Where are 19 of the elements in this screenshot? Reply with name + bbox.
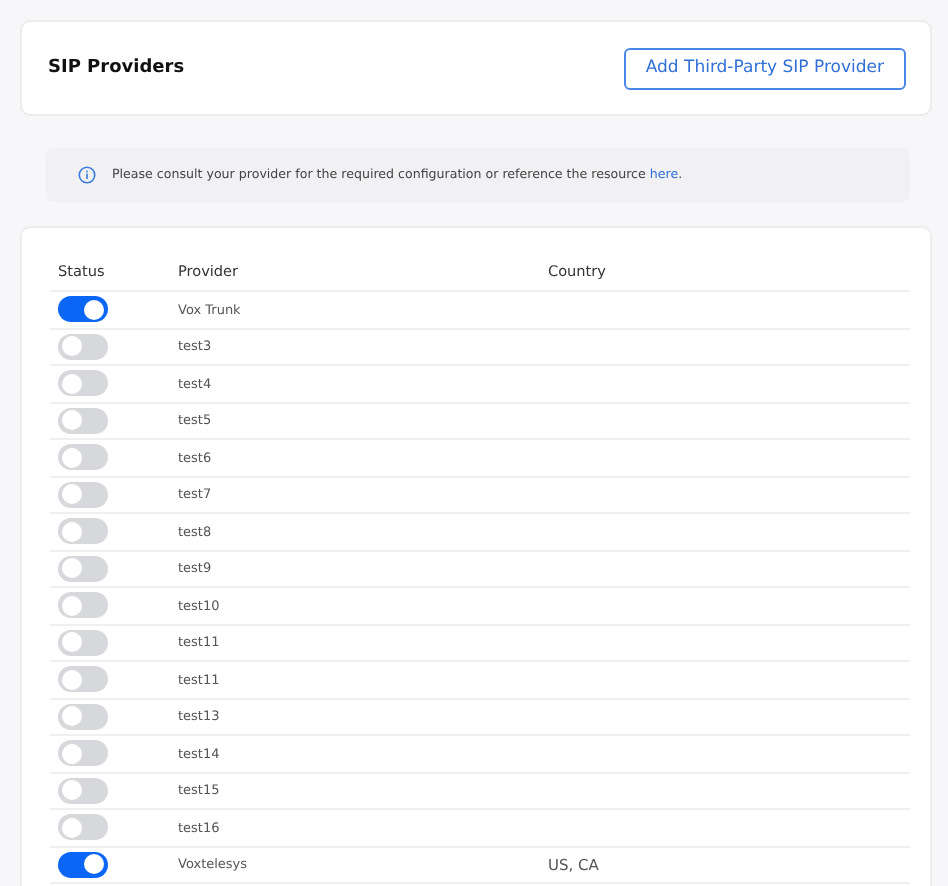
status-toggle[interactable] — [58, 666, 108, 693]
status-toggle[interactable] — [58, 814, 108, 841]
info-icon — [78, 166, 96, 184]
status-toggle[interactable] — [58, 592, 108, 619]
status-toggle[interactable] — [58, 629, 108, 656]
status-toggle[interactable] — [58, 740, 108, 767]
status-toggle[interactable] — [58, 703, 108, 730]
status-toggle[interactable] — [58, 333, 108, 360]
status-toggle[interactable] — [58, 851, 108, 878]
status-toggle[interactable] — [58, 444, 108, 471]
status-toggle[interactable] — [58, 370, 108, 397]
status-toggle[interactable] — [58, 555, 108, 582]
status-toggle[interactable] — [58, 777, 108, 804]
add-provider-button[interactable]: Add Third-Party SIP Provider — [623, 47, 906, 89]
status-toggle[interactable] — [58, 518, 108, 545]
status-toggle[interactable] — [58, 296, 108, 323]
status-toggle[interactable] — [58, 407, 108, 434]
status-toggle[interactable] — [58, 481, 108, 508]
page-title: SIP Providers — [48, 58, 185, 78]
